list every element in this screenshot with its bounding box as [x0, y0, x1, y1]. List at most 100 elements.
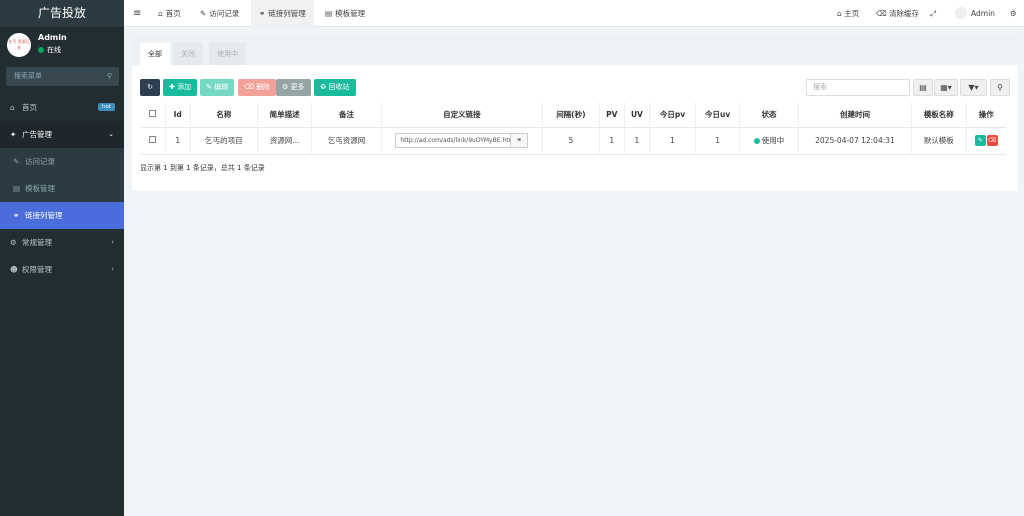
column-header[interactable]: 今日pv: [648, 102, 696, 128]
status-badge: 使用中: [761, 136, 785, 145]
menu-search-input[interactable]: 搜索菜单 ⚲: [6, 67, 119, 86]
brand-title[interactable]: 广告投放: [0, 0, 124, 27]
column-header[interactable]: UV: [623, 102, 650, 128]
avatar: [955, 7, 967, 19]
cell-pv: 1: [598, 127, 625, 155]
sidebar-item-general[interactable]: ⚙ 常规管理 ‹: [0, 229, 124, 256]
column-header[interactable]: 模板名称: [911, 102, 967, 128]
link-field[interactable]: http://ad.com/ads/link/9uOYMyBE.htr: [395, 133, 512, 148]
link-icon: ⚭: [13, 211, 20, 220]
cogs-icon: ⚙: [10, 238, 17, 247]
cell-remark: 乞丐资源网: [311, 127, 382, 155]
menu-toggle-icon[interactable]: ≡: [133, 0, 141, 27]
tab-in-use[interactable]: 使用中: [209, 43, 246, 65]
sidebar-item-label: 常规管理: [22, 238, 52, 247]
home-link[interactable]: ⌂ 主页: [837, 0, 859, 27]
cell-today-uv: 1: [695, 127, 740, 155]
sidebar-item-label: 链接列管理: [25, 211, 63, 220]
sidebar-item-visit-log[interactable]: ✎ 访问记录: [0, 148, 124, 175]
cell-name: 乞丐的项目: [189, 127, 258, 155]
tab-label: 访问记录: [209, 9, 240, 18]
chevron-left-icon: ‹: [111, 265, 114, 273]
sidebar-item-permission[interactable]: ☻ 权限管理 ‹: [0, 256, 124, 283]
refresh-button[interactable]: ↻: [140, 79, 160, 96]
cell-desc: 资源网...: [256, 127, 312, 155]
trash-icon: ⌫: [876, 9, 887, 18]
plus-icon: ✚: [169, 83, 175, 91]
column-header[interactable]: 自定义链接: [380, 102, 543, 128]
home-icon: ⌂: [158, 9, 163, 18]
tab-link-list[interactable]: ⚭ 链接列管理: [251, 0, 314, 27]
refresh-icon: ↻: [147, 83, 153, 91]
pagination-info: 显示第 1 到第 1 条记录，总共 1 条记录: [140, 164, 265, 172]
delete-row-icon[interactable]: ⌫: [986, 135, 998, 146]
delete-button[interactable]: ⌫ 删除: [238, 79, 277, 96]
clear-cache-button[interactable]: ⌫ 清除缓存: [876, 0, 919, 27]
search-icon[interactable]: ⚲: [107, 67, 112, 86]
sidebar-item-label: 首页: [22, 103, 37, 112]
more-button[interactable]: ⚙ 更多: [276, 79, 311, 96]
search-icon[interactable]: ⚲: [990, 79, 1010, 96]
user-menu[interactable]: Admin: [955, 0, 995, 27]
column-header[interactable]: 名称: [189, 102, 258, 128]
tab-visit-log[interactable]: ✎ 访问记录: [192, 0, 247, 27]
clear-cache-label: 清除缓存: [889, 9, 919, 18]
tab-home[interactable]: ⌂ 首页: [150, 0, 189, 27]
tab-template[interactable]: ▤ 模板管理: [317, 0, 373, 27]
link-icon: ⚭: [259, 9, 266, 18]
column-header[interactable]: 状态: [739, 102, 799, 128]
cell-today-pv: 1: [648, 127, 696, 155]
column-header[interactable]: 备注: [311, 102, 382, 128]
recycle-icon: ♻: [320, 83, 327, 91]
recycle-button-label: 回收站: [328, 83, 350, 91]
select-all-checkbox[interactable]: [140, 102, 166, 128]
table-search-input[interactable]: 搜索: [806, 79, 910, 96]
table-row[interactable]: 1 乞丐的项目 资源网... 乞丐资源网 http://ad.com/ads/l…: [140, 127, 1006, 155]
column-header[interactable]: 简单描述: [256, 102, 312, 128]
export-icon[interactable]: ▼▾: [960, 79, 987, 96]
delete-button-label: 删除: [256, 83, 271, 91]
pencil-icon: ✎: [200, 9, 207, 18]
cell-status[interactable]: 使用中: [739, 127, 799, 155]
table-icon: ▤: [325, 9, 333, 18]
toggle-view-icon[interactable]: ▤: [913, 79, 933, 96]
edit-row-icon[interactable]: ✎: [974, 135, 986, 146]
tab-closed[interactable]: 关闭: [173, 43, 203, 65]
cell-created: 2025-04-07 12:04:31: [797, 127, 912, 155]
cell-template: 默认模板: [911, 127, 967, 155]
status-dot-icon: [753, 138, 760, 144]
home-icon: ⌂: [10, 103, 15, 112]
sidebar-item-label: 权限管理: [22, 265, 52, 274]
column-header[interactable]: 今日uv: [695, 102, 740, 128]
edit-button[interactable]: ✎ 编辑: [200, 79, 235, 96]
column-header[interactable]: PV: [598, 102, 625, 128]
sidebar-item-template[interactable]: ▤ 模板管理: [0, 175, 124, 202]
add-button[interactable]: ✚ 添加: [163, 79, 198, 96]
more-button-label: 更多: [290, 83, 305, 91]
sidebar-item-ad-management[interactable]: ✦ 广告管理 ⌄: [0, 121, 124, 148]
sidebar-item-label: 广告管理: [22, 130, 52, 139]
cell-interval: 5: [542, 127, 600, 155]
edit-button-label: 编辑: [214, 83, 229, 91]
checkbox-icon: [148, 109, 156, 117]
sidebar-item-link-list[interactable]: ⚭ 链接列管理: [0, 202, 124, 229]
recycle-bin-button[interactable]: ♻ 回收站: [314, 79, 356, 96]
column-header[interactable]: 间隔(秒): [542, 102, 600, 128]
row-checkbox[interactable]: [140, 127, 166, 155]
checkbox-icon: [148, 136, 156, 143]
sidebar-item-label: 模板管理: [25, 184, 55, 193]
pencil-icon: ✎: [206, 83, 212, 91]
columns-icon[interactable]: ▦▾: [934, 79, 958, 96]
sidebar: 广告投放 乞丐 资源互关 Admin 在线 搜索菜单 ⚲ ⌂ 首页 hot ✦ 广告…: [0, 0, 124, 516]
tab-label: 模板管理: [335, 9, 366, 18]
column-header[interactable]: Id: [164, 102, 191, 128]
tab-all[interactable]: 全部: [140, 43, 170, 65]
column-header[interactable]: 创建时间: [797, 102, 912, 128]
sidebar-item-home[interactable]: ⌂ 首页 hot: [0, 94, 124, 121]
fullscreen-icon[interactable]: ⤢: [930, 0, 936, 27]
column-header: 操作: [965, 102, 1006, 128]
settings-icon[interactable]: ⚙: [1010, 0, 1017, 27]
copy-link-icon[interactable]: ⚭: [510, 133, 529, 148]
status-tabs: 全部 关闭 使用中: [132, 36, 1018, 65]
table-header-row: Id 名称 简单描述 备注 自定义链接 间隔(秒) PV UV 今日pv 今日u…: [140, 102, 1006, 128]
